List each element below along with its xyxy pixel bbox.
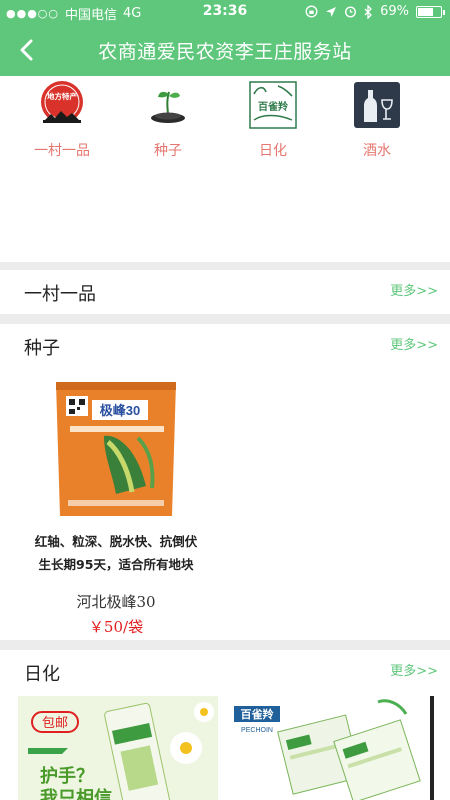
section-header-daily-chemicals: 日化 更多>> bbox=[0, 650, 450, 694]
page-title: 农商通爱民农资李王庄服务站 bbox=[98, 41, 352, 63]
category-drinks[interactable]: 酒水 bbox=[332, 80, 422, 160]
product-brand-en: PECHOIN bbox=[241, 727, 273, 734]
category-label: 种子 bbox=[154, 143, 182, 159]
pechoin-logo-icon: 百雀羚 bbox=[249, 81, 297, 129]
category-icon-text: 地方特产 bbox=[47, 91, 77, 101]
location-arrow-icon bbox=[326, 6, 337, 17]
section-divider bbox=[0, 314, 450, 324]
section-divider bbox=[0, 262, 450, 270]
product-card-hand-cream[interactable]: 包邮 护手？ 我只相信 bbox=[18, 696, 218, 800]
product-slogan: 我只相信 bbox=[40, 787, 112, 800]
category-grid: 地方特产 一村一品 种子 百雀羚 日化 酒水 bbox=[0, 76, 450, 262]
battery-fill bbox=[418, 7, 433, 16]
section-divider bbox=[0, 640, 450, 650]
status-right: 69% bbox=[305, 4, 445, 19]
category-daily-chemicals[interactable]: 百雀羚 日化 bbox=[228, 80, 318, 160]
battery-percent: 69% bbox=[380, 4, 409, 19]
more-link[interactable]: 更多>> bbox=[390, 334, 438, 353]
product-card-pechoin[interactable]: 百雀羚 PECHOIN bbox=[228, 696, 434, 800]
section-header-local-specialty: 一村一品 更多>> bbox=[0, 270, 450, 314]
product-price: ￥50/袋 bbox=[88, 618, 144, 636]
local-specialty-icon: 地方特产 bbox=[41, 81, 83, 123]
alarm-icon bbox=[345, 6, 357, 18]
category-label: 一村一品 bbox=[34, 143, 90, 159]
product-name: 河北极峰30 bbox=[76, 593, 156, 611]
product-image: 包邮 护手？ 我只相信 bbox=[18, 696, 218, 800]
category-icon-text: 百雀羚 bbox=[258, 100, 288, 113]
product-brand: 百雀羚 bbox=[241, 707, 275, 721]
seedling-icon bbox=[151, 91, 185, 123]
category-seeds[interactable]: 种子 bbox=[123, 80, 213, 160]
wine-bottle-icon bbox=[354, 82, 400, 128]
product-image: 百雀羚 PECHOIN bbox=[228, 696, 434, 800]
product-badge: 包邮 bbox=[42, 715, 68, 730]
product-image: 极峰30 bbox=[56, 382, 176, 516]
category-label: 酒水 bbox=[363, 143, 391, 159]
section-header-seeds: 种子 更多>> bbox=[0, 324, 450, 368]
status-bar: ●●●○○ 中国电信 4G 23:36 69% bbox=[0, 0, 450, 24]
section-title: 一村一品 bbox=[24, 284, 96, 305]
product-slogan: 护手？ bbox=[40, 765, 94, 786]
product-description: 红轴、粒深、脱水快、抗倒伏 bbox=[34, 534, 198, 549]
product-pack-brand: 极峰30 bbox=[100, 403, 140, 418]
section-title: 种子 bbox=[24, 338, 60, 359]
lock-rotation-icon bbox=[305, 5, 318, 18]
category-label: 日化 bbox=[259, 143, 287, 159]
more-link[interactable]: 更多>> bbox=[390, 280, 438, 299]
battery-icon bbox=[416, 5, 445, 18]
section-title: 日化 bbox=[24, 664, 60, 685]
product-card-seed[interactable]: 极峰30 红轴、粒深、脱水快、抗倒伏 生长期95天，适合所有地块 河北极峰30 … bbox=[0, 372, 232, 637]
more-link[interactable]: 更多>> bbox=[390, 660, 438, 679]
product-description: 生长期95天，适合所有地块 bbox=[38, 557, 194, 572]
nav-bar: 农商通爱民农资李王庄服务站 bbox=[0, 24, 450, 76]
bluetooth-icon bbox=[364, 4, 373, 19]
category-local-specialty[interactable]: 地方特产 一村一品 bbox=[17, 80, 107, 160]
